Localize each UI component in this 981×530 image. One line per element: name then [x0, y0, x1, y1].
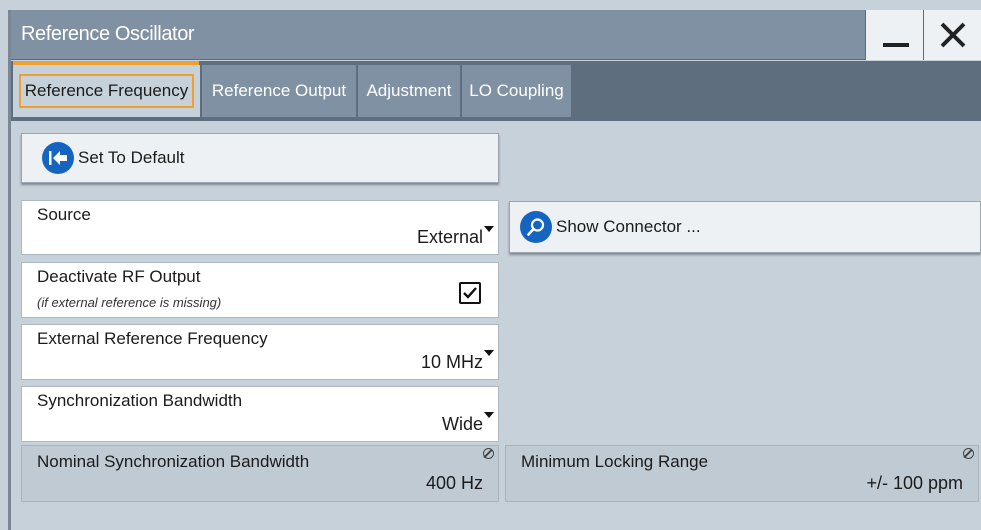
read-only-icon — [963, 448, 974, 459]
tab-reference-frequency[interactable]: Reference Frequency — [13, 65, 201, 117]
deactivate-rf-checkbox[interactable] — [459, 282, 481, 304]
dropdown-caret-icon — [484, 226, 494, 232]
field-label: Minimum Locking Range — [521, 452, 709, 471]
read-only-icon — [483, 448, 494, 459]
reference-oscillator-dialog: Reference Oscillator Reference Frequency… — [8, 10, 981, 530]
close-icon — [940, 22, 966, 48]
dropdown-caret-icon — [484, 350, 494, 356]
button-label: Show Connector ... — [556, 217, 701, 236]
field-label: Deactivate RF Output — [37, 267, 201, 286]
tab-lo-coupling[interactable]: LO Coupling — [462, 65, 572, 117]
field-value: 400 Hz — [425, 473, 483, 493]
button-label: Set To Default — [78, 148, 185, 167]
external-reference-frequency-dropdown[interactable]: External Reference Frequency 10 MHz — [21, 324, 499, 380]
minimize-icon — [883, 43, 909, 47]
tab-label: Reference Output — [211, 81, 347, 100]
source-dropdown[interactable]: Source External — [21, 200, 499, 255]
set-to-default-button[interactable]: Set To Default — [21, 133, 499, 183]
field-value: External — [416, 227, 483, 247]
checkmark-icon — [463, 287, 477, 299]
field-label: Synchronization Bandwidth — [37, 391, 243, 410]
tab-label: Reference Frequency — [18, 74, 195, 108]
field-value: +/- 100 ppm — [866, 473, 963, 493]
field-label: Source — [37, 205, 91, 224]
tab-adjustment[interactable]: Adjustment — [358, 65, 461, 117]
field-label: External Reference Frequency — [37, 329, 268, 348]
tab-label: LO Coupling — [469, 81, 564, 100]
field-label: Nominal Synchronization Bandwidth — [37, 452, 310, 471]
field-value: Wide — [441, 414, 483, 434]
tab-content: Set To Default Source External Show Conn… — [11, 121, 981, 530]
minimum-locking-range-display: Minimum Locking Range +/- 100 ppm — [505, 445, 979, 502]
back-to-start-icon — [42, 142, 74, 174]
close-button[interactable] — [923, 10, 981, 60]
dropdown-caret-icon — [484, 412, 494, 418]
search-icon — [520, 211, 552, 243]
titlebar[interactable]: Reference Oscillator — [11, 10, 981, 60]
tab-reference-output[interactable]: Reference Output — [202, 65, 357, 117]
show-connector-button[interactable]: Show Connector ... — [509, 201, 981, 253]
tab-strip: Reference Frequency Reference Output Adj… — [11, 61, 981, 121]
field-sublabel: (if external reference is missing) — [37, 295, 222, 310]
nominal-sync-bandwidth-display: Nominal Synchronization Bandwidth 400 Hz — [21, 445, 499, 502]
dialog-title: Reference Oscillator — [21, 23, 195, 45]
synchronization-bandwidth-dropdown[interactable]: Synchronization Bandwidth Wide — [21, 386, 499, 442]
field-value: 10 MHz — [420, 352, 483, 372]
minimize-button[interactable] — [865, 10, 923, 60]
deactivate-rf-output-field[interactable]: Deactivate RF Output (if external refere… — [21, 262, 499, 318]
tab-label: Adjustment — [366, 81, 452, 100]
